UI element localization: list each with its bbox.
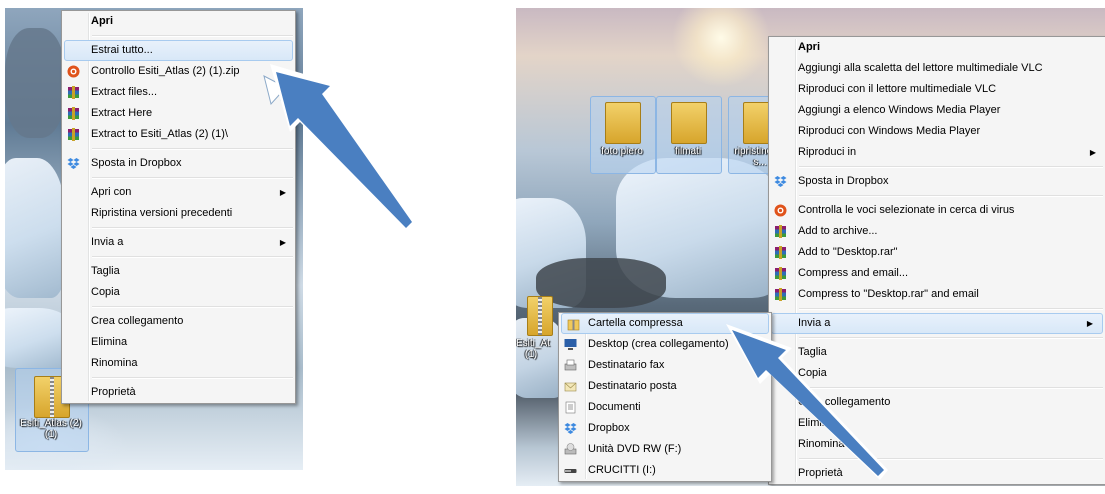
annotation-arrow-right xyxy=(726,324,888,480)
